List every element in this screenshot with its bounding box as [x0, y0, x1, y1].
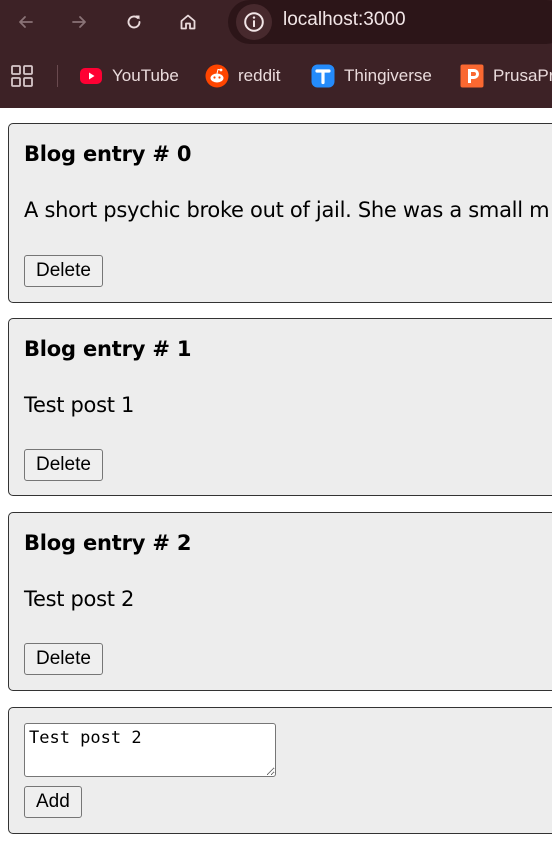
- bookmark-thingiverse[interactable]: Thingiverse: [311, 62, 432, 90]
- blog-entry-card: Blog entry # 1 Test post 1 Delete: [8, 318, 552, 496]
- site-info-icon: [244, 12, 264, 32]
- bookmark-label: PrusaPr: [493, 66, 552, 85]
- blog-entry-card: Blog entry # 2 Test post 2 Delete: [8, 512, 552, 691]
- delete-button[interactable]: Delete: [24, 449, 103, 481]
- bookmark-youtube[interactable]: YouTube: [79, 62, 179, 90]
- post-textarea[interactable]: Test post 2: [24, 723, 276, 777]
- bookmark-label: YouTube: [112, 66, 179, 85]
- delete-button[interactable]: Delete: [24, 643, 103, 675]
- home-icon: [180, 14, 196, 30]
- blog-entry-body: A short psychic broke out of jail. She w…: [24, 198, 550, 222]
- bookmark-label: Thingiverse: [344, 66, 432, 85]
- new-post-form: Test post 2 Add: [8, 707, 552, 834]
- home-button[interactable]: [170, 4, 206, 40]
- add-button[interactable]: Add: [24, 786, 82, 818]
- bookmarks-separator: [57, 65, 58, 87]
- reload-icon: [127, 15, 141, 29]
- prusa-icon: [460, 64, 484, 88]
- browser-chrome: localhost:3000 YouTube reddit Thingivers…: [0, 0, 552, 108]
- bookmark-label: reddit: [238, 66, 281, 85]
- site-info-button[interactable]: [236, 4, 272, 40]
- blog-entry-title: Blog entry # 1: [24, 337, 192, 361]
- reddit-icon: [205, 64, 229, 88]
- bookmark-prusa[interactable]: PrusaPr: [460, 62, 552, 90]
- back-button[interactable]: [8, 4, 44, 40]
- blog-entry-body: Test post 2: [24, 587, 135, 611]
- address-bar[interactable]: localhost:3000: [228, 0, 552, 44]
- youtube-icon: [80, 68, 102, 84]
- blog-entry-body: Test post 1: [24, 393, 135, 417]
- forward-arrow-icon: [72, 16, 86, 28]
- navigation-bar: localhost:3000: [0, 0, 552, 44]
- page-content: Blog entry # 0 A short psychic broke out…: [0, 108, 552, 845]
- blog-entry-title: Blog entry # 0: [24, 142, 192, 166]
- reload-button[interactable]: [116, 4, 152, 40]
- delete-button[interactable]: Delete: [24, 255, 103, 287]
- bookmarks-bar: YouTube reddit Thingiverse PrusaPr: [0, 56, 552, 96]
- blog-entry-title: Blog entry # 2: [24, 531, 192, 555]
- url-text[interactable]: localhost:3000: [283, 9, 406, 31]
- back-arrow-icon: [19, 16, 33, 28]
- blog-entry-card: Blog entry # 0 A short psychic broke out…: [8, 123, 552, 303]
- thingiverse-icon: [311, 64, 335, 88]
- apps-grid-icon[interactable]: [11, 65, 33, 87]
- forward-button[interactable]: [61, 4, 97, 40]
- bookmark-reddit[interactable]: reddit: [205, 62, 281, 90]
